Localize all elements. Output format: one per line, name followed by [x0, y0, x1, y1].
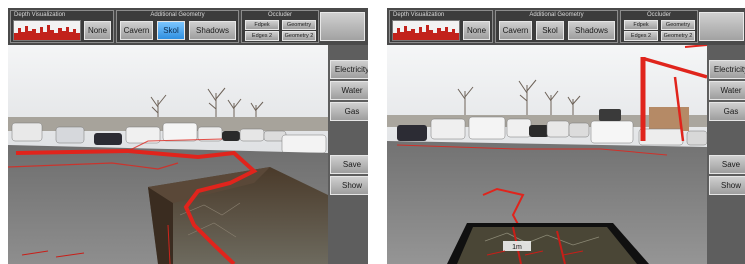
ar-view-panel-left: Depth Visualization None Additional Geom… [8, 8, 368, 264]
toolbar: Depth Visualization None Additional Geom… [387, 8, 745, 45]
skol-button[interactable]: Skol [157, 21, 185, 40]
save-button[interactable]: Save [330, 155, 368, 174]
occluder-geometry-button[interactable]: Geometry [282, 20, 316, 30]
occluder-geometry2-button[interactable]: Geometry 2 [661, 31, 695, 41]
additional-geometry-group: Additional Geometry Cavern Skol Shadows [495, 10, 618, 43]
shadows-button[interactable]: Shadows [568, 21, 615, 40]
save-button[interactable]: Save [709, 155, 745, 174]
occluder-fdpek-button[interactable]: Fdpek [624, 20, 658, 30]
occluder-geometry-button[interactable]: Geometry [661, 20, 695, 30]
occluder-fdpek-button[interactable]: Fdpek [245, 20, 279, 30]
camera-scene [8, 45, 328, 264]
brown-building [649, 107, 689, 131]
depth-none-button[interactable]: None [463, 21, 490, 40]
depth-visualization-group: Depth Visualization None [389, 10, 493, 43]
group-title: Occluder [646, 12, 671, 18]
blank-tool-button[interactable] [699, 12, 744, 41]
depth-skyline-thumbnail[interactable] [13, 20, 81, 41]
occluder-geometry2-button[interactable]: Geometry 2 [282, 31, 316, 41]
occluder-edges2-button[interactable]: Edges 2 [624, 31, 658, 41]
gas-button[interactable]: Gas [709, 102, 745, 121]
additional-geometry-group: Additional Geometry Cavern Skol Shadows [116, 10, 239, 43]
group-title: Occluder [267, 12, 292, 18]
gas-button[interactable]: Gas [330, 102, 368, 121]
water-button[interactable]: Water [709, 81, 745, 100]
cavern-button[interactable]: Cavern [499, 21, 532, 40]
shadows-button[interactable]: Shadows [189, 21, 236, 40]
toolbar: Depth Visualization None Additional Geom… [8, 8, 368, 45]
electricity-button[interactable]: Electricity [709, 60, 745, 79]
skol-button[interactable]: Skol [536, 21, 564, 40]
occluder-group: Occluder Fdpek Geometry Edges 2 Geometry… [620, 10, 698, 43]
blank-tool-button[interactable] [320, 12, 365, 41]
show-button[interactable]: Show [709, 176, 745, 195]
group-title: Additional Geometry [529, 12, 584, 18]
show-button[interactable]: Show [330, 176, 368, 195]
occluder-group: Occluder Fdpek Geometry Edges 2 Geometry… [241, 10, 319, 43]
group-title: Depth Visualization [393, 12, 445, 18]
scale-label: 1m [512, 244, 522, 251]
ar-view-panel-right: Depth Visualization None Additional Geom… [387, 8, 745, 264]
group-title: Depth Visualization [14, 12, 66, 18]
utility-sidebar: Electricity Water Gas Save Show [707, 45, 745, 264]
depth-none-button[interactable]: None [84, 21, 111, 40]
depth-skyline-thumbnail[interactable] [392, 20, 460, 41]
cavern-button[interactable]: Cavern [120, 21, 153, 40]
electricity-button[interactable]: Electricity [330, 60, 368, 79]
occluder-edges2-button[interactable]: Edges 2 [245, 31, 279, 41]
camera-scene: 1m [387, 45, 707, 264]
utility-sidebar: Electricity Water Gas Save Show [328, 45, 368, 264]
water-button[interactable]: Water [330, 81, 368, 100]
group-title: Additional Geometry [150, 12, 205, 18]
depth-visualization-group: Depth Visualization None [10, 10, 114, 43]
